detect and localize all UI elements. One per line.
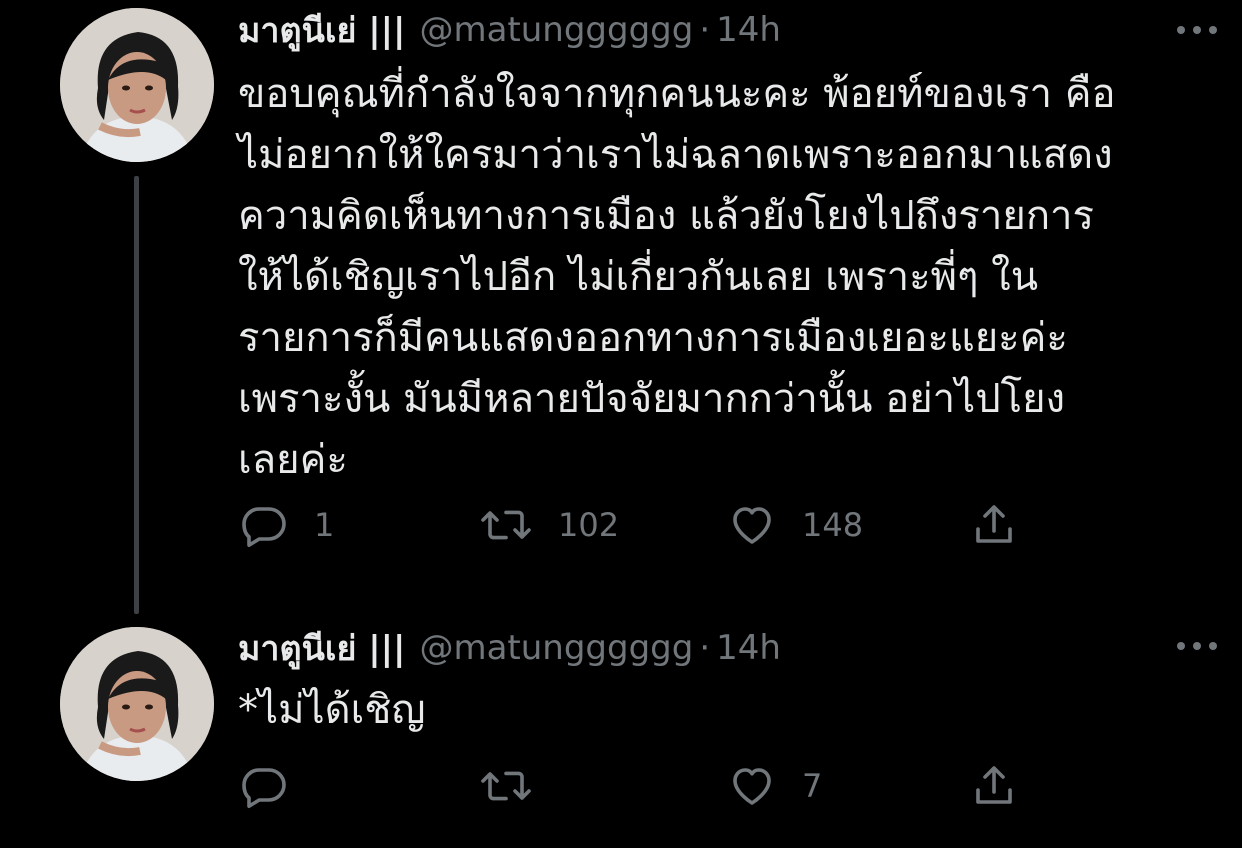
like-count: 7 xyxy=(802,767,823,805)
avatar[interactable] xyxy=(60,8,214,162)
tweet-text-line: ความคิดเห็นทางการเมือง แล้วยังโยงไปถึงรา… xyxy=(238,193,1094,239)
separator-dot: · xyxy=(699,628,711,668)
more-button[interactable] xyxy=(1172,10,1222,50)
share-icon xyxy=(976,766,1012,804)
tweet-header: มาตูนีเย่ ||| @matungggggg · 14h xyxy=(238,6,781,54)
display-name[interactable]: มาตูนีเย่ ||| xyxy=(238,3,405,57)
avatar[interactable] xyxy=(60,627,214,781)
tweet-text-line: เพราะงั้น มันมีหลายปัจจัยมากกว่านั้น อย่… xyxy=(238,376,1066,422)
retweet-count: 102 xyxy=(558,506,620,544)
like-count: 148 xyxy=(802,506,864,544)
avatar-image xyxy=(60,627,214,781)
reply-count: 1 xyxy=(314,506,335,544)
tweet-text-line: เลยค่ะ xyxy=(238,437,348,483)
more-horizontal-icon xyxy=(1177,642,1217,650)
like-button[interactable]: 148 xyxy=(728,495,863,555)
retweet-button[interactable]: 102 xyxy=(480,495,619,555)
tweet[interactable]: มาตูนีเย่ ||| @matungggggg · 14h *ไม่ได้… xyxy=(0,600,1242,848)
more-button[interactable] xyxy=(1172,626,1222,666)
tweet-actions: 1 102 148 xyxy=(238,495,1038,555)
share-button[interactable] xyxy=(970,756,1018,816)
handle[interactable]: @matungggggg xyxy=(419,10,693,50)
display-name[interactable]: มาตูนีเย่ ||| xyxy=(238,621,405,675)
separator-dot: · xyxy=(699,10,711,50)
heart-icon xyxy=(733,768,771,805)
tweet-text-line: รายการก็มีคนแสดงออกทางการเมืองเยอะแยะค่ะ xyxy=(238,315,1068,361)
timestamp[interactable]: 14h xyxy=(716,628,781,668)
share-icon xyxy=(976,505,1012,543)
retweet-icon xyxy=(481,510,531,540)
retweet-button[interactable] xyxy=(480,756,558,816)
tweet-text: ขอบคุณที่กำลังใจจากทุกคนนะคะ พ้อยท์ของเร… xyxy=(238,64,1198,491)
retweet-icon xyxy=(481,771,531,801)
reply-icon xyxy=(242,768,286,808)
tweet-text-line: ไม่อยากให้ใครมาว่าเราไม่ฉลาดเพราะออกมาแส… xyxy=(238,132,1113,178)
avatar-image xyxy=(60,8,214,162)
reply-button[interactable]: 1 xyxy=(240,495,334,555)
tweet-text-line: *ไม่ได้เชิญ xyxy=(238,687,426,733)
handle[interactable]: @matungggggg xyxy=(419,628,693,668)
tweet-header: มาตูนีเย่ ||| @matungggggg · 14h xyxy=(238,624,781,672)
like-button[interactable]: 7 xyxy=(728,756,822,816)
tweet-text-line: ให้ได้เชิญเราไปอีก ไม่เกี่ยวกันเลย เพราะ… xyxy=(238,254,1039,300)
more-horizontal-icon xyxy=(1177,26,1217,34)
tweet-actions: 7 xyxy=(238,756,1038,816)
reply-icon xyxy=(242,507,286,547)
timestamp[interactable]: 14h xyxy=(716,10,781,50)
thread-line xyxy=(134,176,139,614)
tweet-text-line: ขอบคุณที่กำลังใจจากทุกคนนะคะ พ้อยท์ของเร… xyxy=(238,71,1116,117)
tweet-text: *ไม่ได้เชิญ xyxy=(238,680,1198,741)
reply-button[interactable] xyxy=(240,756,314,816)
tweet[interactable]: มาตูนีเย่ ||| @matungggggg · 14h ขอบคุณท… xyxy=(0,0,1242,614)
share-button[interactable] xyxy=(970,495,1018,555)
heart-icon xyxy=(733,507,771,544)
